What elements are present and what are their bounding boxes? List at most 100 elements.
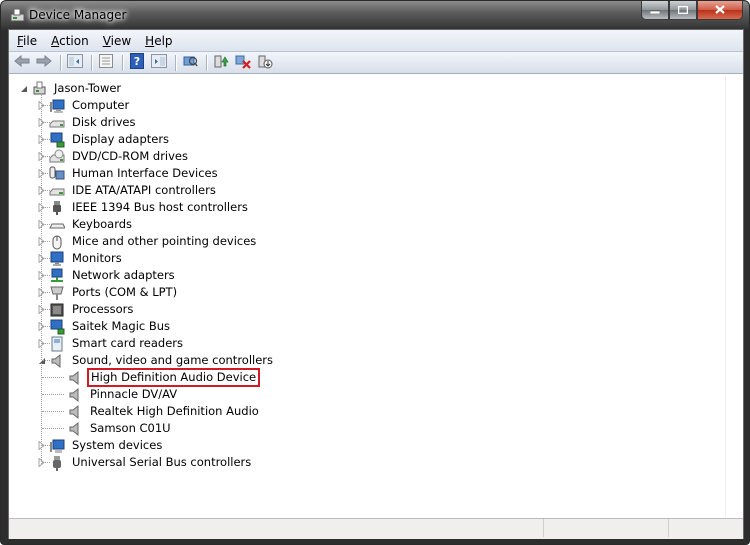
window-title: Device Manager: [29, 8, 127, 22]
tree-category[interactable]: Saitek Magic Bus: [37, 318, 173, 335]
tree-category[interactable]: DVD/CD-ROM drives: [37, 148, 191, 165]
tree-item-label: Realtek High Definition Audio: [90, 404, 259, 418]
tree-connector-line: [42, 292, 50, 293]
menu-help[interactable]: Help: [139, 31, 178, 51]
status-bar: [9, 518, 743, 539]
tree-category[interactable]: Disk drives: [37, 114, 138, 131]
tree-category[interactable]: Universal Serial Bus controllers: [37, 454, 254, 471]
arrow-right-icon: [36, 54, 52, 70]
ide-controller-icon: [49, 183, 65, 199]
forward-button[interactable]: [34, 54, 54, 72]
tree-device[interactable]: Samson C01U: [55, 420, 174, 437]
tree-category[interactable]: Computer: [37, 97, 132, 114]
tree-connector-line: [42, 428, 64, 429]
tree-category[interactable]: Processors: [37, 301, 136, 318]
tree-category[interactable]: IDE ATA/ATAPI controllers: [37, 182, 219, 199]
tree-category[interactable]: Human Interface Devices: [37, 165, 221, 182]
status-pane-2: [544, 519, 669, 537]
menu-file[interactable]: File: [11, 31, 43, 51]
speaker-icon: [49, 353, 65, 369]
tree-root[interactable]: Jason-Tower: [19, 80, 124, 97]
tree-item-label: Pinnacle DV/AV: [90, 387, 178, 401]
system-devices-icon: [49, 438, 65, 454]
tree-item-label: Smart card readers: [72, 336, 183, 350]
tree-category[interactable]: Smart card readers: [37, 335, 186, 352]
tree-device[interactable]: High Definition Audio Device: [55, 368, 261, 387]
tree-device[interactable]: Realtek High Definition Audio: [55, 403, 262, 420]
tree-category[interactable]: Monitors: [37, 250, 125, 267]
tree-device[interactable]: Pinnacle DV/AV: [55, 386, 180, 403]
tree-category[interactable]: IEEE 1394 Bus host controllers: [37, 199, 251, 216]
tree-connector-line: [42, 139, 50, 140]
toolbar-separator: [91, 54, 92, 71]
tree-item-label: Saitek Magic Bus: [72, 319, 171, 333]
tree-connector-line: [42, 173, 50, 174]
scan-hardware-changes-button[interactable]: [180, 54, 200, 72]
enable-device-button[interactable]: [255, 54, 275, 72]
tree-connector-line: [42, 326, 50, 327]
tree-item-label: Human Interface Devices: [72, 166, 218, 180]
uninstall-icon: [235, 53, 251, 72]
tree-item-label: Disk drives: [72, 115, 136, 129]
tree-item-label: IEEE 1394 Bus host controllers: [72, 200, 248, 214]
tree-category[interactable]: Mice and other pointing devices: [37, 233, 259, 250]
tree-item-label: Keyboards: [72, 217, 133, 231]
tree-connector-line: [42, 258, 50, 259]
tree-category[interactable]: Sound, video and game controllers: [37, 352, 276, 369]
menu-bar: File Action View Help: [9, 30, 743, 52]
title-bar[interactable]: Device Manager: [1, 1, 749, 29]
tree-item-label: Samson C01U: [90, 421, 171, 435]
menu-view-rest: iew: [110, 33, 132, 48]
speaker-icon: [67, 421, 83, 437]
tree-category[interactable]: Ports (COM & LPT): [37, 284, 180, 301]
tree-connector-line: [42, 207, 50, 208]
minimize-button[interactable]: [641, 1, 669, 20]
uninstall-button[interactable]: [233, 54, 253, 72]
tree-category[interactable]: Display adapters: [37, 131, 172, 148]
tree-connector-line: [42, 105, 50, 106]
tree-item-label: IDE ATA/ATAPI controllers: [72, 183, 216, 197]
monitor-icon: [49, 251, 65, 267]
device-tree[interactable]: Jason-Tower Computer Disk drives Display ad…: [9, 76, 726, 517]
update-driver-button[interactable]: [211, 54, 231, 72]
tree-category[interactable]: Network adapters: [37, 267, 178, 284]
toolbar-separator: [175, 54, 176, 71]
device-manager-icon: [9, 7, 27, 23]
vertical-scroll-area[interactable]: [725, 76, 743, 517]
toolbar-separator: [206, 54, 207, 71]
usb-icon: [49, 455, 65, 471]
speaker-icon: [67, 404, 83, 420]
maximize-button[interactable]: [669, 1, 697, 20]
menu-view[interactable]: View: [97, 31, 137, 51]
smart-card-icon: [49, 336, 65, 352]
tree-item-label: System devices: [72, 438, 163, 452]
expanded-arrow-icon[interactable]: [19, 84, 28, 93]
tree-connector-line: [42, 156, 50, 157]
properties-icon: [99, 54, 113, 71]
toolbar-separator: [60, 54, 61, 71]
menu-help-accel: H: [145, 33, 155, 48]
close-button[interactable]: [697, 1, 743, 20]
speaker-icon: [67, 370, 83, 386]
scan-hardware-icon: [182, 54, 198, 71]
tree-item-label: Computer: [72, 98, 130, 112]
processor-icon: [49, 302, 65, 318]
help-button[interactable]: ?: [127, 53, 147, 72]
toolbar: ?: [9, 52, 743, 74]
tree-category[interactable]: System devices: [37, 437, 165, 454]
menu-action-rest: ction: [59, 33, 89, 48]
selected-device-label: High Definition Audio Device: [87, 368, 261, 387]
tree-category[interactable]: Keyboards: [37, 216, 135, 233]
close-icon: [715, 4, 725, 17]
tree-item-label: Mice and other pointing devices: [72, 234, 257, 248]
properties-button[interactable]: [96, 54, 116, 72]
tree-connector-line: [42, 445, 50, 446]
tree-connector-line: [42, 224, 50, 225]
keyboard-icon: [49, 217, 65, 233]
menu-action[interactable]: Action: [45, 31, 95, 51]
tree-connector-line: [42, 462, 50, 463]
back-button[interactable]: [12, 54, 32, 72]
show-action-pane-button[interactable]: [149, 54, 169, 72]
show-hide-console-tree-button[interactable]: [65, 54, 85, 72]
display-adapter-icon: [49, 132, 65, 148]
